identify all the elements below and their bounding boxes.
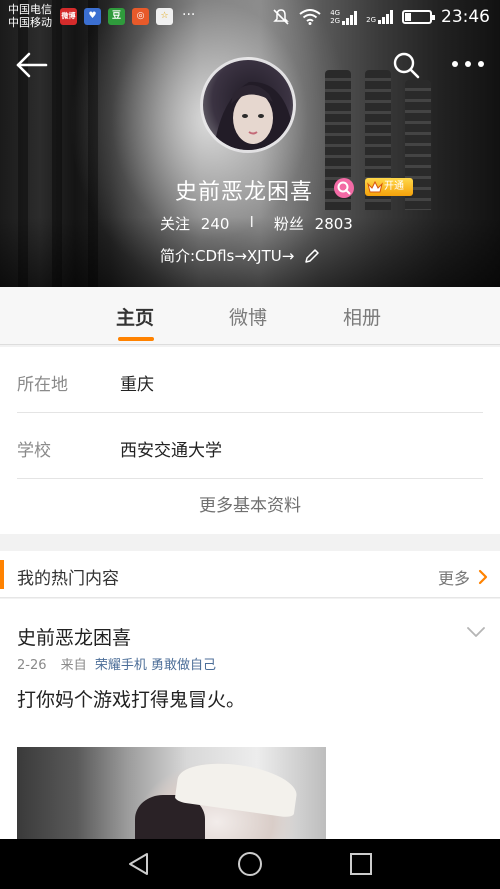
chevron-right-icon — [478, 569, 488, 585]
follow-stats: 关注 240 I 粉丝 2803 — [160, 213, 353, 234]
nav-back-triangle-icon[interactable] — [126, 851, 152, 877]
more-basic-info-button[interactable]: 更多基本资料 — [0, 479, 500, 534]
hot-more-link[interactable]: 更多 — [438, 565, 488, 589]
bio-text: 简介:CDfls→XJTU→ — [160, 247, 295, 265]
post-card[interactable]: 史前恶龙困喜 2-26 来自 荣耀手机 勇敢做自己 打你妈个游戏打得鬼冒火。 — [0, 599, 500, 839]
edit-pencil-icon[interactable] — [304, 248, 320, 264]
following-stat[interactable]: 关注 240 — [160, 213, 229, 234]
more-notifications-icon: ··· — [182, 7, 196, 23]
basic-info-card: 所在地 重庆 学校 西安交通大学 更多基本资料 — [0, 347, 500, 534]
carrier-2: 中国移动 — [8, 16, 52, 29]
notification-icons: 微博 ♥ 豆 ◎ ☆ ··· — [60, 8, 195, 25]
more-menu-icon[interactable] — [448, 52, 488, 76]
signal-1: 4G 2G — [330, 9, 358, 25]
bio-row[interactable]: 简介:CDfls→XJTU→ — [160, 245, 320, 266]
chevron-down-icon[interactable] — [466, 625, 486, 639]
vip-open-label: 开通 — [384, 181, 404, 192]
hot-content-title: 我的热门内容 — [17, 569, 119, 589]
nav-recents-square-icon[interactable] — [348, 851, 374, 877]
followers-label: 粉丝 — [273, 215, 304, 233]
recorder-app-icon: ◎ — [132, 8, 149, 25]
clock: 23:46 — [441, 7, 490, 27]
mute-icon — [273, 9, 290, 25]
post-text: 打你妈个游戏打得鬼冒火。 — [17, 689, 246, 711]
location-value: 重庆 — [120, 375, 154, 395]
tab-weibo[interactable]: 微博 — [229, 303, 267, 330]
hot-content-header: 我的热门内容 更多 — [0, 551, 500, 598]
hot-more-label: 更多 — [437, 569, 470, 588]
post-meta: 2-26 来自 荣耀手机 勇敢做自己 — [17, 654, 216, 673]
profile-name: 史前恶龙困喜 — [175, 180, 314, 205]
net-4g-label: 4G — [330, 9, 341, 17]
school-label: 学校 — [17, 441, 51, 461]
net-2g-label: 2G — [330, 17, 341, 25]
following-label: 关注 — [160, 215, 191, 233]
post-source-link[interactable]: 荣耀手机 勇敢做自己 — [95, 658, 216, 673]
signal-2: 2G — [366, 10, 393, 24]
info-row-location: 所在地 重庆 — [17, 347, 483, 413]
back-arrow-icon[interactable] — [14, 50, 50, 80]
profile-cover[interactable]: 中国电信 中国移动 微博 ♥ 豆 ◎ ☆ ··· 4G 2G 2G 23:46 … — [0, 0, 500, 287]
post-image[interactable] — [17, 747, 326, 839]
weibo-app-icon: 微博 — [60, 8, 77, 25]
carrier-1: 中国电信 — [8, 3, 52, 16]
tab-album[interactable]: 相册 — [343, 303, 381, 330]
battery-icon — [402, 10, 435, 24]
following-count: 240 — [200, 215, 230, 233]
carrier-info: 中国电信 中国移动 — [8, 3, 52, 29]
search-icon[interactable] — [390, 49, 422, 81]
active-tab-indicator — [118, 337, 154, 341]
member-badge-icon[interactable] — [334, 178, 354, 198]
info-row-school: 学校 西安交通大学 — [17, 413, 483, 479]
tab-home[interactable]: 主页 — [116, 303, 154, 330]
followers-stat[interactable]: 粉丝 2803 — [274, 213, 353, 234]
school-value: 西安交通大学 — [120, 441, 222, 461]
vip-open-button[interactable]: 开通 — [365, 178, 413, 196]
avatar-portrait — [213, 81, 293, 150]
nav-home-circle-icon[interactable] — [237, 851, 263, 877]
status-bar: 中国电信 中国移动 微博 ♥ 豆 ◎ ☆ ··· 4G 2G 2G 23:46 — [0, 0, 500, 34]
post-author[interactable]: 史前恶龙困喜 — [17, 623, 131, 650]
profile-tabs: 主页 微博 相册 — [0, 287, 500, 345]
followers-count: 2803 — [314, 215, 353, 233]
avatar[interactable] — [200, 57, 296, 153]
section-accent-bar — [0, 560, 4, 589]
net-2g-label-b: 2G — [366, 16, 376, 24]
system-navigation-bar — [0, 839, 500, 889]
post-date: 2-26 — [17, 658, 47, 673]
crown-icon — [367, 180, 383, 193]
profile-name-row: 史前恶龙困喜 开通 — [0, 170, 500, 206]
star-app-icon: ☆ — [156, 8, 173, 25]
location-label: 所在地 — [17, 375, 68, 395]
post-from-label: 来自 — [60, 658, 87, 673]
douban-app-icon: 豆 — [108, 8, 125, 25]
stats-separator: I — [249, 213, 254, 231]
heart-app-icon: ♥ — [84, 8, 101, 25]
wifi-icon — [299, 9, 321, 25]
